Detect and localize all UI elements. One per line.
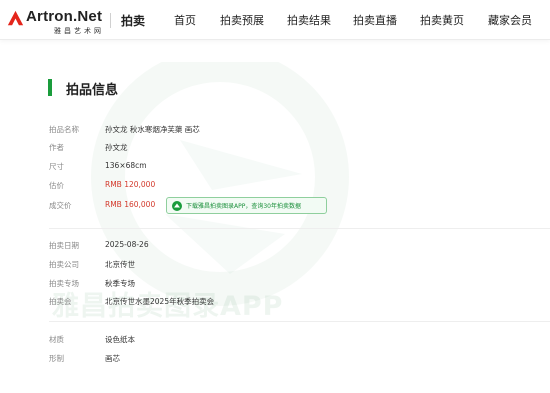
field-value-hammer-price: RMB 160,000	[105, 200, 156, 209]
field-label-format: 形制	[49, 354, 64, 363]
app-download-banner[interactable]: 下载雅昌拍卖图录APP，查询30年拍卖数据	[166, 197, 327, 214]
field-value-size: 136×68cm	[105, 161, 147, 170]
nav-item-live[interactable]: 拍卖直播	[353, 12, 397, 28]
field-label-material: 材质	[49, 335, 64, 344]
app-download-text: 下载雅昌拍卖图录APP，查询30年拍卖数据	[186, 203, 301, 210]
page-title: 拍品信息	[66, 83, 119, 98]
field-value-auction-sale[interactable]: 北京传世水墨2025年秋季拍卖会	[105, 296, 214, 307]
logo-text: Artron.Net	[26, 8, 103, 25]
field-label-artist: 作者	[49, 143, 64, 152]
field-label-auction-date: 拍卖日期	[49, 241, 79, 250]
section-divider	[49, 228, 550, 229]
artron-logo[interactable]: Artron.Net 雅昌艺术网	[7, 8, 107, 35]
artron-logo-icon	[7, 10, 24, 26]
field-value-auction-date: 2025-08-26	[105, 240, 149, 249]
field-value-format: 画芯	[105, 354, 120, 363]
field-label-size: 尺寸	[49, 162, 64, 171]
field-label-lot-name: 拍品名称	[49, 125, 79, 134]
section-divider	[49, 321, 550, 322]
nav-item-results[interactable]: 拍卖结果	[287, 12, 331, 28]
nav-item-preview[interactable]: 拍卖预展	[220, 12, 264, 28]
logo-divider	[110, 13, 111, 28]
field-label-auction-house: 拍卖公司	[49, 260, 79, 269]
top-navigation-bar: Artron.Net 雅昌艺术网 拍卖 首页 拍卖预展 拍卖结果 拍卖直播 拍卖…	[0, 0, 550, 40]
field-label-estimate: 估价	[49, 181, 64, 190]
title-accent-bar	[48, 79, 52, 96]
field-value-artist[interactable]: 孙文龙	[105, 142, 128, 153]
nav-item-home[interactable]: 首页	[174, 12, 196, 28]
nav-item-directory[interactable]: 拍卖黄页	[420, 12, 464, 28]
field-value-material: 设色纸本	[105, 335, 135, 344]
logo-subtitle: 雅昌艺术网	[54, 27, 104, 35]
field-value-auction-house[interactable]: 北京传世	[105, 259, 135, 270]
field-value-estimate: RMB 120,000	[105, 180, 156, 189]
field-value-auction-session[interactable]: 秋季专场	[105, 278, 135, 289]
app-logo-icon	[172, 201, 182, 211]
field-label-auction-session: 拍卖专场	[49, 279, 79, 288]
nav-item-membership[interactable]: 藏家会员	[488, 12, 532, 28]
field-label-hammer-price: 成交价	[49, 201, 72, 210]
field-value-lot-name: 孙文龙 秋水寒烟净芙蕖 画芯	[105, 125, 200, 134]
field-label-auction-sale: 拍卖会	[49, 297, 72, 306]
section-name[interactable]: 拍卖	[121, 12, 145, 29]
